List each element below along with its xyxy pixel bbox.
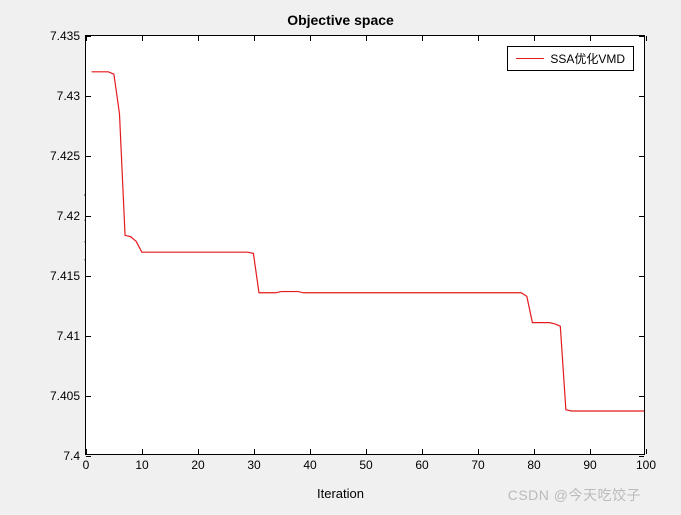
y-tick-mark xyxy=(639,216,644,217)
x-tick-mark xyxy=(86,36,87,41)
y-tick-mark xyxy=(86,96,91,97)
y-tick-mark xyxy=(639,396,644,397)
x-tick-mark xyxy=(646,449,647,454)
y-tick-label: 7.415 xyxy=(50,269,80,283)
x-tick-mark xyxy=(590,36,591,41)
y-tick-mark xyxy=(86,456,91,457)
watermark: CSDN @今天吃饺子 xyxy=(508,485,641,505)
y-tick-mark xyxy=(639,276,644,277)
x-tick-label: 30 xyxy=(247,458,260,472)
x-tick-mark xyxy=(366,36,367,41)
x-tick-mark xyxy=(534,449,535,454)
x-tick-label: 0 xyxy=(83,458,90,472)
x-tick-label: 70 xyxy=(471,458,484,472)
x-tick-label: 40 xyxy=(303,458,316,472)
x-tick-label: 90 xyxy=(583,458,596,472)
chart-container: Objective space Best score obtained so f… xyxy=(0,0,681,515)
y-tick-mark xyxy=(639,156,644,157)
y-tick-label: 7.425 xyxy=(50,149,80,163)
x-tick-mark xyxy=(366,449,367,454)
x-tick-mark xyxy=(142,36,143,41)
x-tick-label: 10 xyxy=(135,458,148,472)
y-tick-mark xyxy=(639,456,644,457)
y-tick-mark xyxy=(86,336,91,337)
x-tick-mark xyxy=(86,449,87,454)
y-tick-mark xyxy=(639,36,644,37)
x-tick-mark xyxy=(310,449,311,454)
y-tick-label: 7.42 xyxy=(57,209,80,223)
x-tick-mark xyxy=(478,36,479,41)
x-tick-mark xyxy=(478,449,479,454)
y-tick-label: 7.41 xyxy=(57,329,80,343)
y-tick-label: 7.4 xyxy=(63,449,80,463)
x-tick-label: 50 xyxy=(359,458,372,472)
series-line xyxy=(92,72,644,411)
y-tick-mark xyxy=(86,156,91,157)
y-tick-label: 7.435 xyxy=(50,29,80,43)
x-tick-mark xyxy=(310,36,311,41)
x-tick-mark xyxy=(422,449,423,454)
x-tick-mark xyxy=(422,36,423,41)
y-tick-label: 7.405 xyxy=(50,389,80,403)
x-tick-mark xyxy=(590,449,591,454)
x-tick-label: 60 xyxy=(415,458,428,472)
x-tick-label: 20 xyxy=(191,458,204,472)
data-line xyxy=(86,36,644,454)
x-tick-mark xyxy=(534,36,535,41)
x-tick-mark xyxy=(254,36,255,41)
y-tick-mark xyxy=(639,336,644,337)
x-tick-mark xyxy=(142,449,143,454)
plot-area: SSA优化VMD 7.47.4057.417.4157.427.4257.437… xyxy=(85,35,645,455)
x-tick-label: 80 xyxy=(527,458,540,472)
x-tick-mark xyxy=(198,449,199,454)
y-tick-label: 7.43 xyxy=(57,89,80,103)
y-tick-mark xyxy=(86,396,91,397)
x-tick-mark xyxy=(254,449,255,454)
x-tick-mark xyxy=(646,36,647,41)
chart-title: Objective space xyxy=(0,12,681,28)
x-tick-mark xyxy=(198,36,199,41)
y-tick-mark xyxy=(86,216,91,217)
x-tick-label: 100 xyxy=(636,458,656,472)
y-tick-mark xyxy=(639,96,644,97)
y-tick-mark xyxy=(86,276,91,277)
